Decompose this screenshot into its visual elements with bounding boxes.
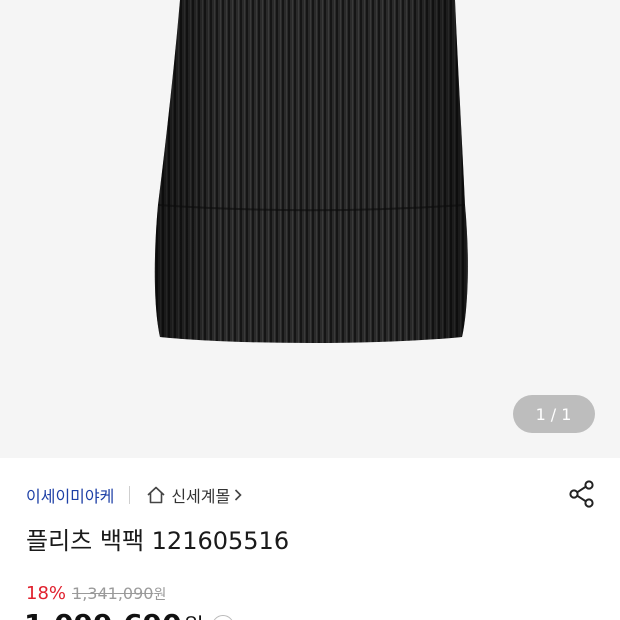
image-counter-separator: / bbox=[550, 404, 558, 424]
product-detail-page: 1 / 1 이세이미야케 신세계몰 플리츠 백팩 121605516 18% 1… bbox=[0, 0, 620, 620]
mall-link[interactable]: 신세계몰 bbox=[146, 483, 243, 507]
image-counter-total: 1 bbox=[561, 404, 573, 424]
original-price-row: 18% 1,341,090 원 bbox=[26, 583, 166, 604]
sale-price: 1,099,690 bbox=[24, 608, 182, 620]
divider bbox=[129, 486, 131, 504]
product-image-gallery[interactable]: 1 / 1 bbox=[0, 0, 620, 458]
product-image bbox=[154, 0, 468, 343]
product-title: 플리츠 백팩 121605516 bbox=[26, 527, 290, 555]
share-icon bbox=[567, 479, 597, 513]
share-button[interactable] bbox=[565, 479, 599, 513]
brand-link[interactable]: 이세이미야케 bbox=[26, 483, 114, 507]
image-counter: 1 / 1 bbox=[513, 395, 595, 433]
sale-price-row: 1,099,690 원 bbox=[24, 608, 234, 620]
mall-link-label: 신세계몰 bbox=[171, 487, 231, 506]
seller-info-row: 이세이미야케 신세계몰 bbox=[26, 478, 243, 512]
original-price: 1,341,090 bbox=[72, 584, 154, 603]
home-icon bbox=[146, 486, 166, 504]
chevron-right-icon bbox=[233, 488, 243, 502]
info-icon[interactable] bbox=[211, 615, 234, 620]
image-counter-current: 1 bbox=[535, 404, 547, 424]
discount-rate: 18% bbox=[26, 583, 67, 604]
original-price-unit: 원 bbox=[153, 587, 167, 603]
sale-price-unit: 원 bbox=[184, 609, 204, 620]
